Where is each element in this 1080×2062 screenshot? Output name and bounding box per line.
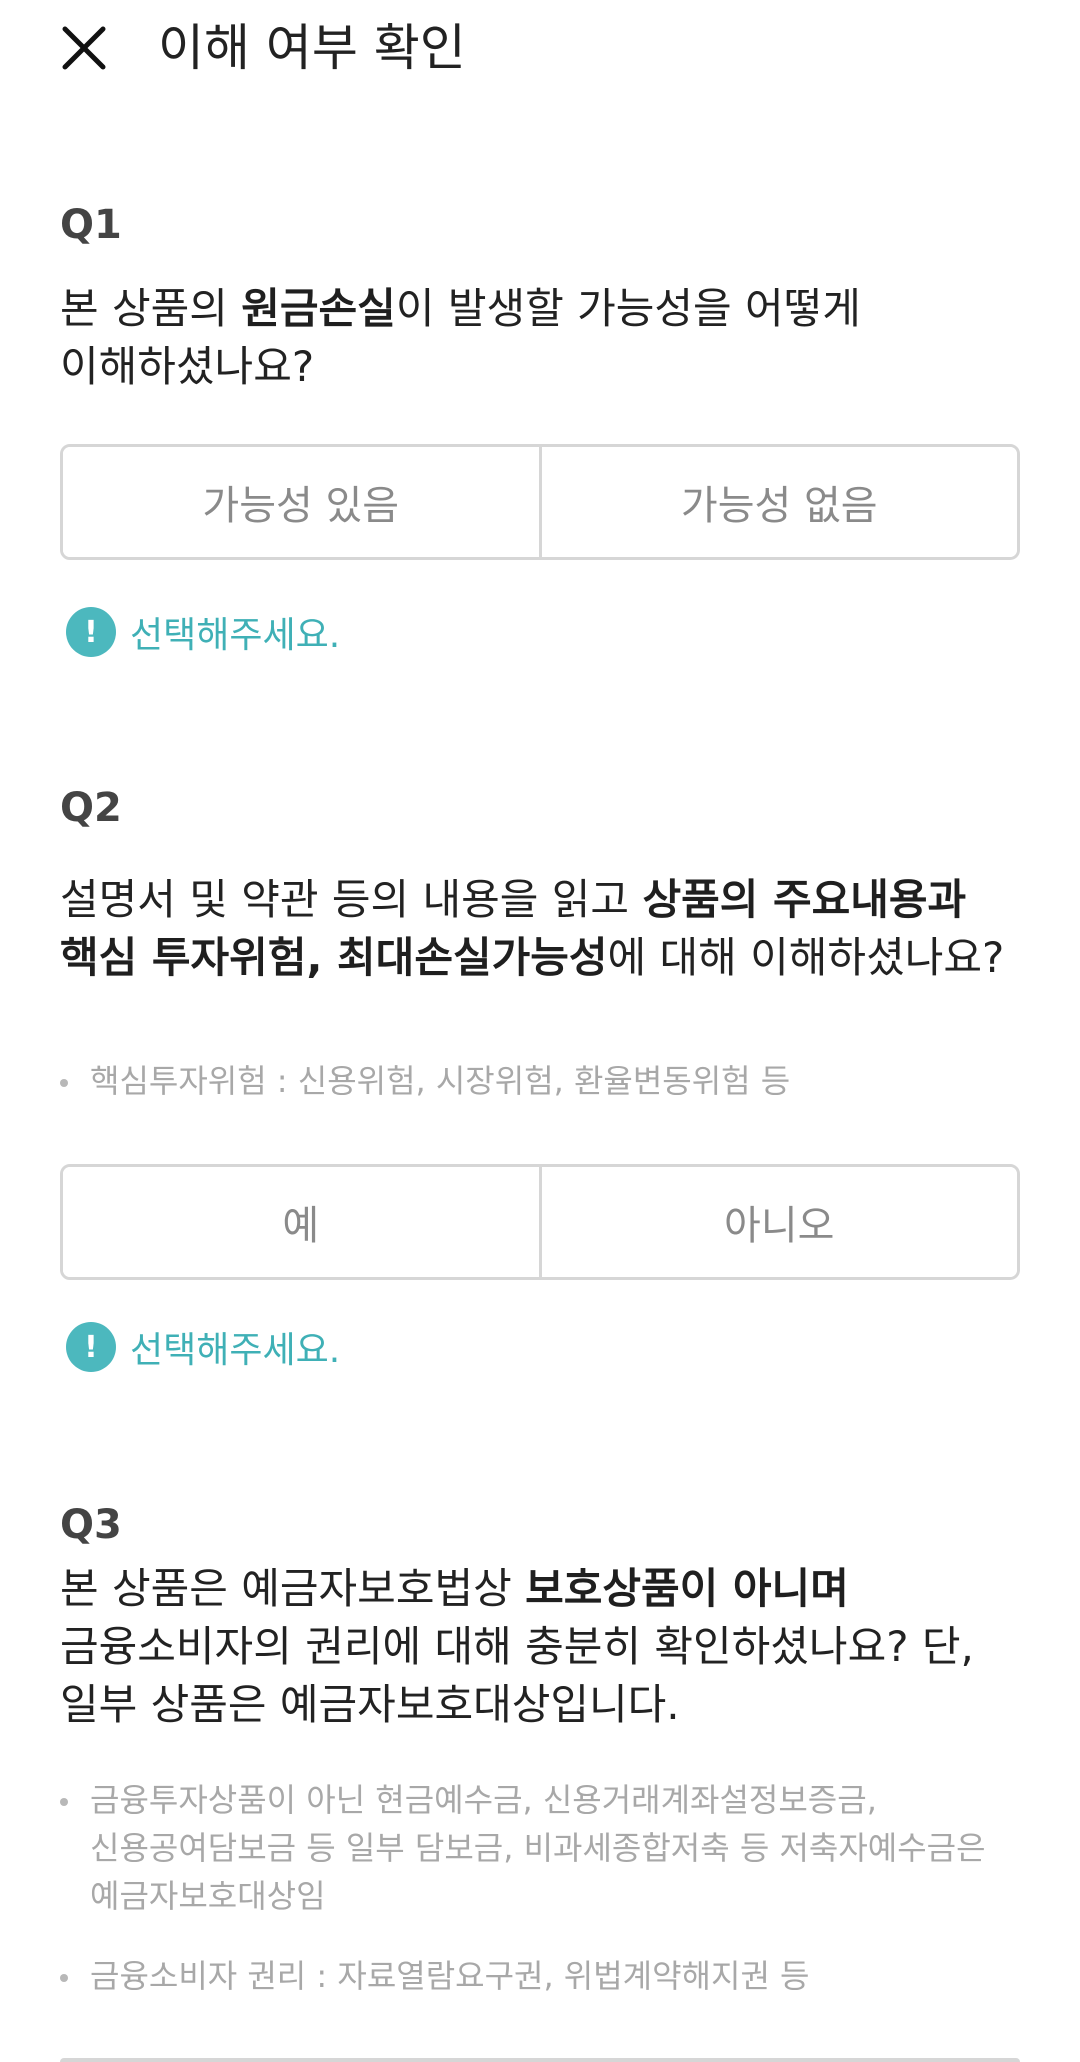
close-icon [62,26,106,70]
close-button[interactable] [50,14,118,82]
q1-label: Q1 [60,202,122,248]
q2-option-no[interactable]: 아니오 [538,1167,1017,1277]
q2-options: 예 아니오 [60,1164,1020,1280]
q2-warning-text: 선택해주세요. [130,1330,341,1371]
q2-note: 핵심투자위험 : 신용위험, 시장위험, 환율변동위험 등 [60,1057,1020,1105]
q3-note-1: 금융투자상품이 아닌 현금예수금, 신용거래계좌설정보증금, 신용공여담보금 등… [60,1776,1020,1920]
exclamation-icon: ! [66,607,116,657]
q1-option-no[interactable]: 가능성 없음 [538,447,1017,557]
q1-option-yes[interactable]: 가능성 있음 [63,447,539,557]
q1-text-bold: 원금손실 [241,284,396,333]
q3-label: Q3 [60,1502,122,1548]
q1-text: 본 상품의 원금손실이 발생할 가능성을 어떻게 이해하셨나요? [60,280,1020,396]
q1-warning: ! 선택해주세요. [66,605,340,659]
q1-options: 가능성 있음 가능성 없음 [60,444,1020,560]
q2-text-after: 에 대해 이해하셨나요? [607,933,1005,982]
q2-warning: ! 선택해주세요. [66,1320,340,1374]
q1-warning-text: 선택해주세요. [130,615,341,656]
q3-options-edge [60,2058,1020,2062]
q2-option-yes[interactable]: 예 [63,1167,539,1277]
q3-text: 본 상품은 예금자보호법상 보호상품이 아니며 금융소비자의 권리에 대해 충분… [60,1560,1020,1734]
exclamation-icon: ! [66,1322,116,1372]
q3-text-after: 금융소비자의 권리에 대해 충분히 확인하셨나요? 단, 일부 상품은 예금자보… [60,1622,974,1729]
q3-note-2: 금융소비자 권리 : 자료열람요구권, 위법계약해지권 등 [60,1952,1020,2000]
q1-text-before: 본 상품의 [60,284,242,333]
q2-label: Q2 [60,785,122,831]
app-header: 이해 여부 확인 [0,0,1080,100]
q2-text: 설명서 및 약관 등의 내용을 읽고 상품의 주요내용과 핵심 투자위험, 최대… [60,871,1020,987]
page-title: 이해 여부 확인 [158,19,466,77]
q2-text-before: 설명서 및 약관 등의 내용을 읽고 [60,875,643,924]
q3-text-bold: 보호상품이 아니며 [525,1564,849,1613]
q3-text-before: 본 상품은 예금자보호법상 [60,1564,526,1613]
